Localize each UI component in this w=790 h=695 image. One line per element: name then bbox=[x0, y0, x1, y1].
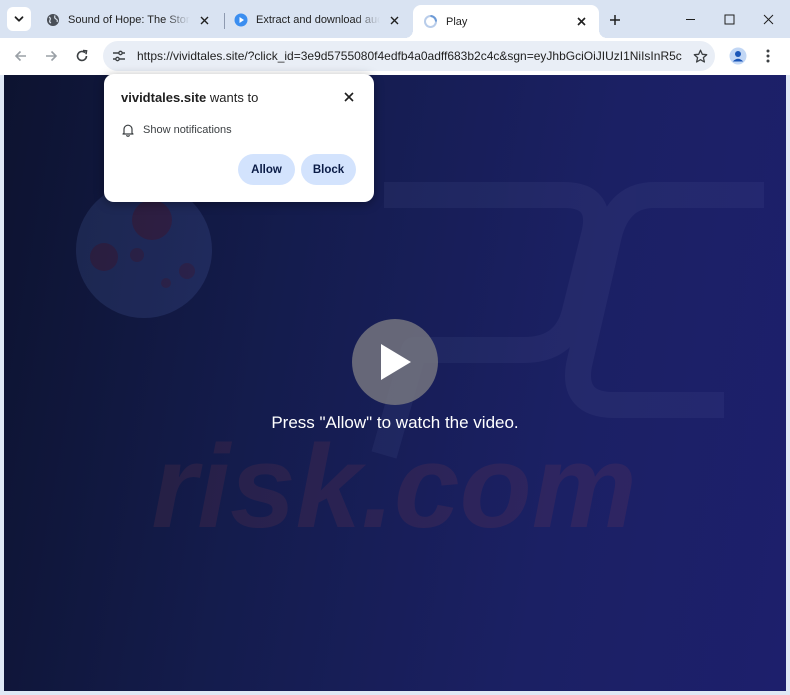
forward-button[interactable] bbox=[39, 44, 63, 68]
tab-title: Extract and download audio and video bbox=[256, 14, 380, 26]
tab-extract-download[interactable]: Extract and download audio and video bbox=[224, 5, 412, 35]
block-button[interactable]: Block bbox=[301, 154, 356, 185]
tab-title: Sound of Hope: The Story of Possum Trot bbox=[68, 14, 190, 26]
arrow-left-icon bbox=[14, 50, 26, 62]
site-info-button[interactable] bbox=[106, 43, 132, 69]
play-circle-icon bbox=[234, 13, 248, 27]
notification-permission-popup: vividtales.site wants to Show notificati… bbox=[104, 74, 374, 202]
globe-icon bbox=[47, 14, 59, 26]
tab-close-button[interactable] bbox=[196, 12, 212, 28]
popup-close-button[interactable] bbox=[340, 88, 358, 106]
video-caption: Press "Allow" to watch the video. bbox=[271, 413, 519, 432]
back-button[interactable] bbox=[9, 44, 33, 68]
minimize-icon bbox=[685, 18, 695, 20]
browser-toolbar: https://vividtales.site/?click_id=3e9d57… bbox=[0, 38, 790, 75]
reload-icon bbox=[76, 49, 88, 62]
watermark-text: risk.com bbox=[151, 421, 636, 553]
bookmark-button[interactable] bbox=[688, 44, 712, 68]
tab-strip: Sound of Hope: The Story of Possum Trot … bbox=[0, 0, 790, 38]
arrow-right-icon bbox=[46, 50, 58, 62]
play-icon bbox=[381, 344, 411, 380]
minimize-button[interactable] bbox=[679, 8, 701, 30]
close-icon bbox=[344, 92, 354, 102]
tab-close-button[interactable] bbox=[573, 14, 589, 30]
watermark-logo-icon bbox=[76, 182, 212, 318]
close-icon bbox=[576, 17, 586, 26]
chevron-down-icon bbox=[14, 16, 24, 22]
tab-search-button[interactable] bbox=[7, 7, 31, 31]
popup-site-name: vividtales.site bbox=[121, 90, 207, 105]
maximize-button[interactable] bbox=[718, 8, 740, 30]
url-text[interactable]: https://vividtales.site/?click_id=3e9d57… bbox=[137, 49, 682, 63]
tab-sound-of-hope[interactable]: Sound of Hope: The Story of Possum Trot bbox=[36, 5, 222, 35]
tab-close-button[interactable] bbox=[386, 12, 402, 28]
tab-play[interactable]: Play bbox=[405, 5, 607, 38]
permission-label: Show notifications bbox=[143, 124, 232, 136]
loading-icon bbox=[424, 15, 437, 28]
profile-button[interactable] bbox=[726, 44, 750, 68]
more-vertical-icon bbox=[766, 49, 770, 63]
star-icon bbox=[693, 49, 707, 63]
maximize-icon bbox=[724, 14, 734, 24]
close-icon bbox=[763, 14, 773, 24]
menu-button[interactable] bbox=[756, 44, 780, 68]
permission-row: Show notifications bbox=[122, 123, 232, 137]
new-tab-button[interactable] bbox=[604, 9, 626, 31]
reload-button[interactable] bbox=[70, 44, 94, 68]
bell-icon bbox=[122, 124, 134, 137]
close-icon bbox=[200, 16, 208, 24]
popup-wants-to: wants to bbox=[209, 90, 259, 105]
allow-button[interactable]: Allow bbox=[238, 154, 295, 185]
tab-title: Play bbox=[446, 15, 468, 28]
popup-title: vividtales.site wants to bbox=[121, 90, 258, 105]
plus-icon bbox=[610, 15, 620, 25]
play-button[interactable] bbox=[352, 319, 438, 405]
tune-icon bbox=[113, 50, 125, 62]
address-bar[interactable]: https://vividtales.site/?click_id=3e9d57… bbox=[103, 41, 715, 71]
close-window-button[interactable] bbox=[757, 8, 779, 30]
avatar-icon bbox=[729, 47, 747, 65]
close-icon bbox=[390, 16, 398, 24]
